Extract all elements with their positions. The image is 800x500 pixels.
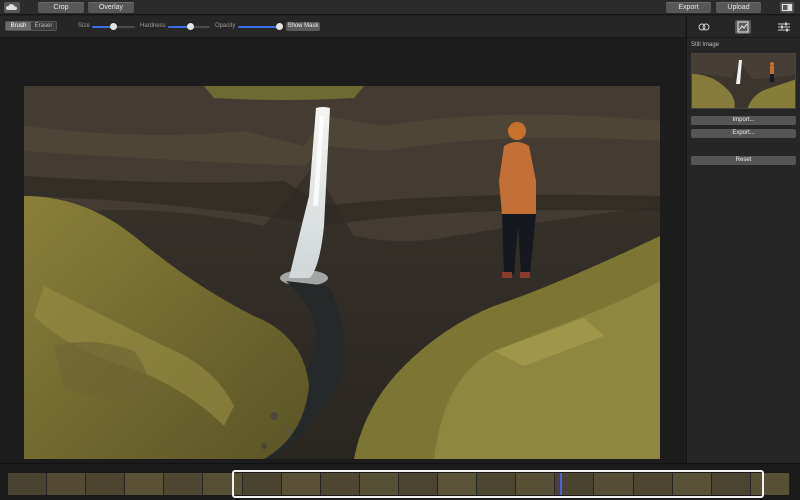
timeline-selection-range[interactable] — [232, 470, 764, 498]
sliders-icon[interactable] — [776, 20, 792, 34]
hardness-slider[interactable] — [168, 23, 210, 30]
still-image-thumbnail[interactable] — [691, 53, 796, 109]
size-slider-knob[interactable] — [110, 23, 117, 30]
timeline-filmstrip[interactable] — [0, 463, 800, 500]
crop-button[interactable]: Crop — [38, 2, 84, 13]
film-frame — [125, 473, 165, 495]
sidebar-toggle-icon[interactable] — [780, 2, 794, 13]
image-layers-icon[interactable] — [735, 20, 751, 34]
link-loop-icon[interactable] — [696, 20, 712, 34]
sidebar-tabs — [687, 16, 800, 38]
overlay-button[interactable]: Overlay — [88, 2, 134, 13]
opacity-slider[interactable] — [238, 23, 283, 30]
opacity-slider-fill — [238, 26, 279, 28]
still-image-label: Still Image — [691, 42, 720, 48]
upload-button[interactable]: Upload — [716, 2, 761, 13]
size-slider[interactable] — [92, 23, 135, 30]
brush-button[interactable]: Brush — [6, 22, 31, 30]
top-bar: Crop Overlay Export Upload — [0, 0, 800, 15]
brush-eraser-toggle: Brush Eraser — [5, 21, 57, 31]
show-mask-button[interactable]: Show Mask — [286, 22, 320, 31]
right-sidebar: Still Image Import... Export... Reset — [686, 16, 800, 463]
playhead-marker[interactable] — [560, 473, 562, 495]
eraser-button[interactable]: Eraser — [31, 22, 56, 30]
hardness-label: Hardness — [140, 23, 166, 29]
film-frame — [8, 473, 48, 495]
waterfall-photo[interactable] — [24, 86, 660, 459]
brush-toolbar: Brush Eraser Size Hardness Opacity Show … — [0, 16, 685, 38]
reset-button[interactable]: Reset — [691, 156, 796, 165]
hardness-slider-knob[interactable] — [187, 23, 194, 30]
opacity-slider-knob[interactable] — [276, 23, 283, 30]
film-frame — [164, 473, 204, 495]
opacity-label: Opacity — [215, 23, 236, 29]
cloud-icon[interactable] — [4, 2, 20, 13]
size-label: Size — [78, 23, 90, 29]
export-button[interactable]: Export — [666, 2, 711, 13]
canvas-area[interactable] — [0, 38, 685, 463]
film-frame — [47, 473, 87, 495]
import-button[interactable]: Import... — [691, 116, 796, 125]
export-image-button[interactable]: Export... — [691, 129, 796, 138]
film-frame — [86, 473, 126, 495]
